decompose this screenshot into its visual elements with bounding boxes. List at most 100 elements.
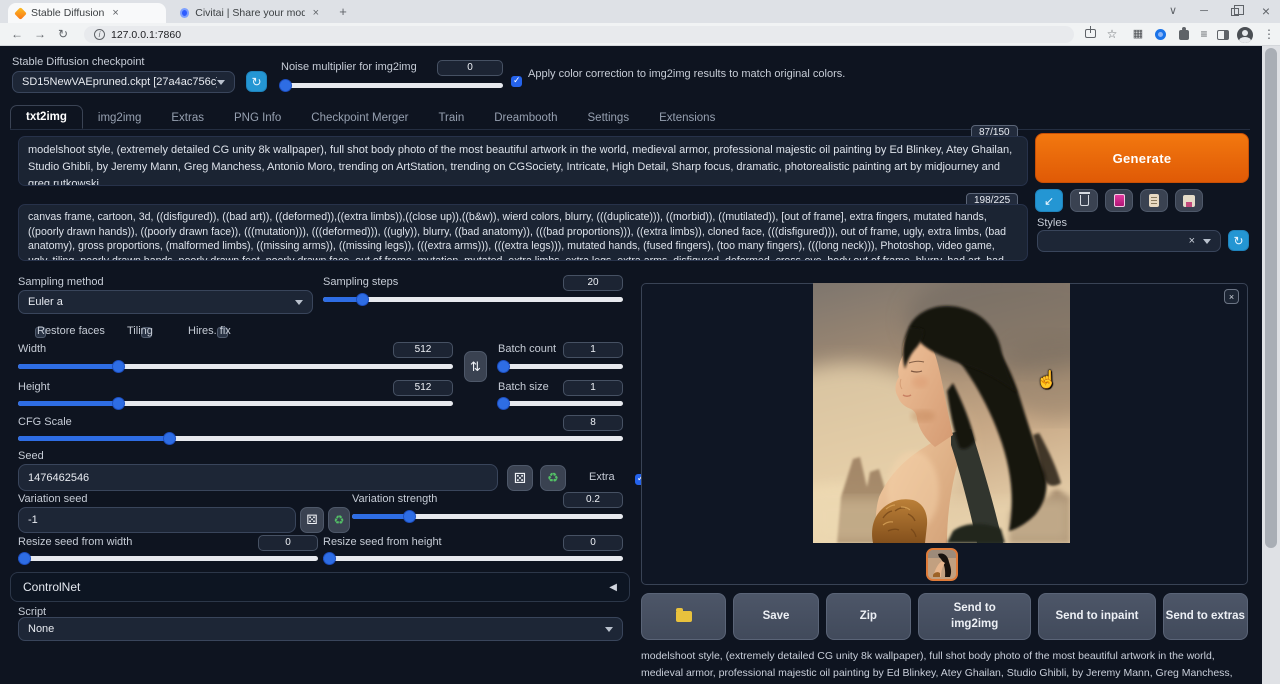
cfg-scale-slider[interactable]: [18, 436, 623, 441]
tab-txt2img[interactable]: txt2img: [10, 105, 83, 129]
slider-knob[interactable]: [323, 552, 336, 565]
generated-image[interactable]: [813, 283, 1070, 543]
cfg-scale-value[interactable]: 8: [563, 415, 623, 431]
controlnet-accordion[interactable]: ControlNet ◀: [10, 572, 630, 602]
new-tab-button[interactable]: +: [334, 4, 352, 22]
address-bar[interactable]: i 127.0.0.1:7860: [84, 26, 1074, 43]
random-variation-seed-button[interactable]: ⚄: [300, 507, 324, 533]
sampling-steps-value[interactable]: 20: [563, 275, 623, 291]
reuse-variation-seed-button[interactable]: ♻: [328, 507, 350, 533]
noise-multiplier-value[interactable]: 0: [437, 60, 503, 76]
browser-tab-civitai[interactable]: Civitai | Share your models ×: [172, 3, 327, 23]
slider-knob[interactable]: [279, 79, 292, 92]
browser-menu-icon[interactable]: ⋮: [1260, 25, 1278, 43]
slider-knob[interactable]: [403, 510, 416, 523]
tab-extensions[interactable]: Extensions: [644, 107, 730, 129]
gallery-thumbnail[interactable]: [926, 548, 958, 581]
reading-list-icon[interactable]: ≡: [1195, 25, 1213, 43]
tab-dreambooth[interactable]: Dreambooth: [479, 107, 572, 129]
tab-extras[interactable]: Extras: [156, 107, 219, 129]
slider-knob[interactable]: [356, 293, 369, 306]
back-icon[interactable]: ←: [8, 25, 26, 43]
resize-seed-height-value[interactable]: 0: [563, 535, 623, 551]
share-icon[interactable]: [1085, 29, 1096, 38]
tab-png-info[interactable]: PNG Info: [219, 107, 296, 129]
checkpoint-dropdown[interactable]: SD15NewVAEpruned.ckpt [27a4ac756c]: [12, 71, 235, 93]
tab-close-icon[interactable]: ×: [313, 7, 319, 19]
window-chevron-icon[interactable]: ∨: [1160, 2, 1186, 20]
clear-prompt-button[interactable]: [1070, 189, 1098, 212]
variation-seed-input[interactable]: -1: [18, 507, 296, 533]
slider-knob[interactable]: [112, 360, 125, 373]
extensions-puzzle-icon[interactable]: [1179, 30, 1189, 40]
paste-parameters-button[interactable]: ↙: [1035, 189, 1063, 212]
extra-networks-button[interactable]: [1105, 189, 1133, 212]
sampling-method-dropdown[interactable]: Euler a: [18, 290, 313, 314]
forward-icon[interactable]: →: [31, 25, 49, 43]
batch-size-value[interactable]: 1: [563, 380, 623, 396]
slider-knob[interactable]: [497, 397, 510, 410]
batch-size-slider[interactable]: [498, 401, 623, 406]
tab-checkpoint-merger[interactable]: Checkpoint Merger: [296, 107, 423, 129]
color-correction-checkbox[interactable]: [511, 76, 522, 87]
open-folder-button[interactable]: [641, 593, 726, 640]
reuse-seed-button[interactable]: ♻: [540, 465, 566, 491]
apply-style-button[interactable]: [1140, 189, 1168, 212]
tab-close-icon[interactable]: ×: [112, 7, 118, 19]
noise-multiplier-slider[interactable]: [281, 83, 503, 88]
styles-dropdown[interactable]: ×: [1037, 230, 1221, 252]
clear-icon[interactable]: ×: [1189, 235, 1195, 247]
resize-seed-width-slider[interactable]: [18, 556, 318, 561]
prompt-textarea[interactable]: modelshoot style, (extremely detailed CG…: [18, 136, 1028, 186]
tab-train[interactable]: Train: [423, 107, 479, 129]
reload-icon[interactable]: ↻: [54, 25, 72, 43]
close-gallery-button[interactable]: ×: [1224, 289, 1239, 304]
browser-tab-title: Civitai | Share your models: [195, 7, 304, 19]
variation-strength-value[interactable]: 0.2: [563, 492, 623, 508]
send-to-extras-button[interactable]: Send to extras: [1163, 593, 1248, 640]
width-slider[interactable]: [18, 364, 453, 369]
batch-count-slider[interactable]: [498, 364, 623, 369]
bookmark-star-icon[interactable]: ☆: [1103, 25, 1121, 43]
site-info-icon[interactable]: i: [94, 29, 105, 40]
width-value[interactable]: 512: [393, 342, 453, 358]
tab-img2img[interactable]: img2img: [83, 107, 156, 129]
side-panel-icon[interactable]: [1217, 30, 1229, 40]
save-button[interactable]: Save: [733, 593, 818, 640]
slider-knob[interactable]: [163, 432, 176, 445]
styles-refresh-button[interactable]: ↻: [1228, 230, 1249, 251]
batch-count-value[interactable]: 1: [563, 342, 623, 358]
window-close-button[interactable]: ×: [1253, 2, 1279, 20]
extension-blue-icon[interactable]: [1155, 29, 1166, 40]
resize-seed-width-value[interactable]: 0: [258, 535, 318, 551]
height-value[interactable]: 512: [393, 380, 453, 396]
zip-button[interactable]: Zip: [826, 593, 911, 640]
resize-seed-height-slider[interactable]: [323, 556, 623, 561]
save-style-button[interactable]: [1175, 189, 1203, 212]
random-seed-button[interactable]: ⚄: [507, 465, 533, 491]
sampling-steps-slider[interactable]: [323, 297, 623, 302]
send-to-inpaint-button[interactable]: Send to inpaint: [1038, 593, 1155, 640]
window-restore-button[interactable]: [1222, 2, 1248, 20]
checkpoint-refresh-button[interactable]: ↻: [246, 71, 267, 92]
variation-strength-slider[interactable]: [352, 514, 623, 519]
script-dropdown[interactable]: None: [18, 617, 623, 641]
tab-settings[interactable]: Settings: [573, 107, 645, 129]
scrollbar-thumb[interactable]: [1265, 48, 1277, 548]
browser-tab-stable-diffusion[interactable]: Stable Diffusion ×: [8, 3, 166, 23]
height-slider[interactable]: [18, 401, 453, 406]
window-minimize-button[interactable]: ─: [1191, 2, 1217, 20]
negative-prompt-textarea[interactable]: canvas frame, cartoon, 3d, ((disfigured)…: [18, 204, 1028, 261]
generate-button[interactable]: Generate: [1035, 133, 1249, 183]
page-scrollbar[interactable]: [1262, 46, 1280, 684]
restore-icon: [1231, 8, 1239, 16]
send-to-img2img-button[interactable]: Send to img2img: [918, 593, 1031, 640]
browser-tabstrip: Stable Diffusion × Civitai | Share your …: [0, 0, 1280, 23]
slider-knob[interactable]: [18, 552, 31, 565]
swap-dimensions-button[interactable]: ⇅: [464, 351, 487, 382]
slider-knob[interactable]: [112, 397, 125, 410]
extension-grid-icon[interactable]: ▦: [1129, 25, 1147, 43]
seed-input[interactable]: 1476462546: [18, 464, 498, 491]
slider-knob[interactable]: [497, 360, 510, 373]
profile-avatar[interactable]: [1237, 27, 1253, 43]
